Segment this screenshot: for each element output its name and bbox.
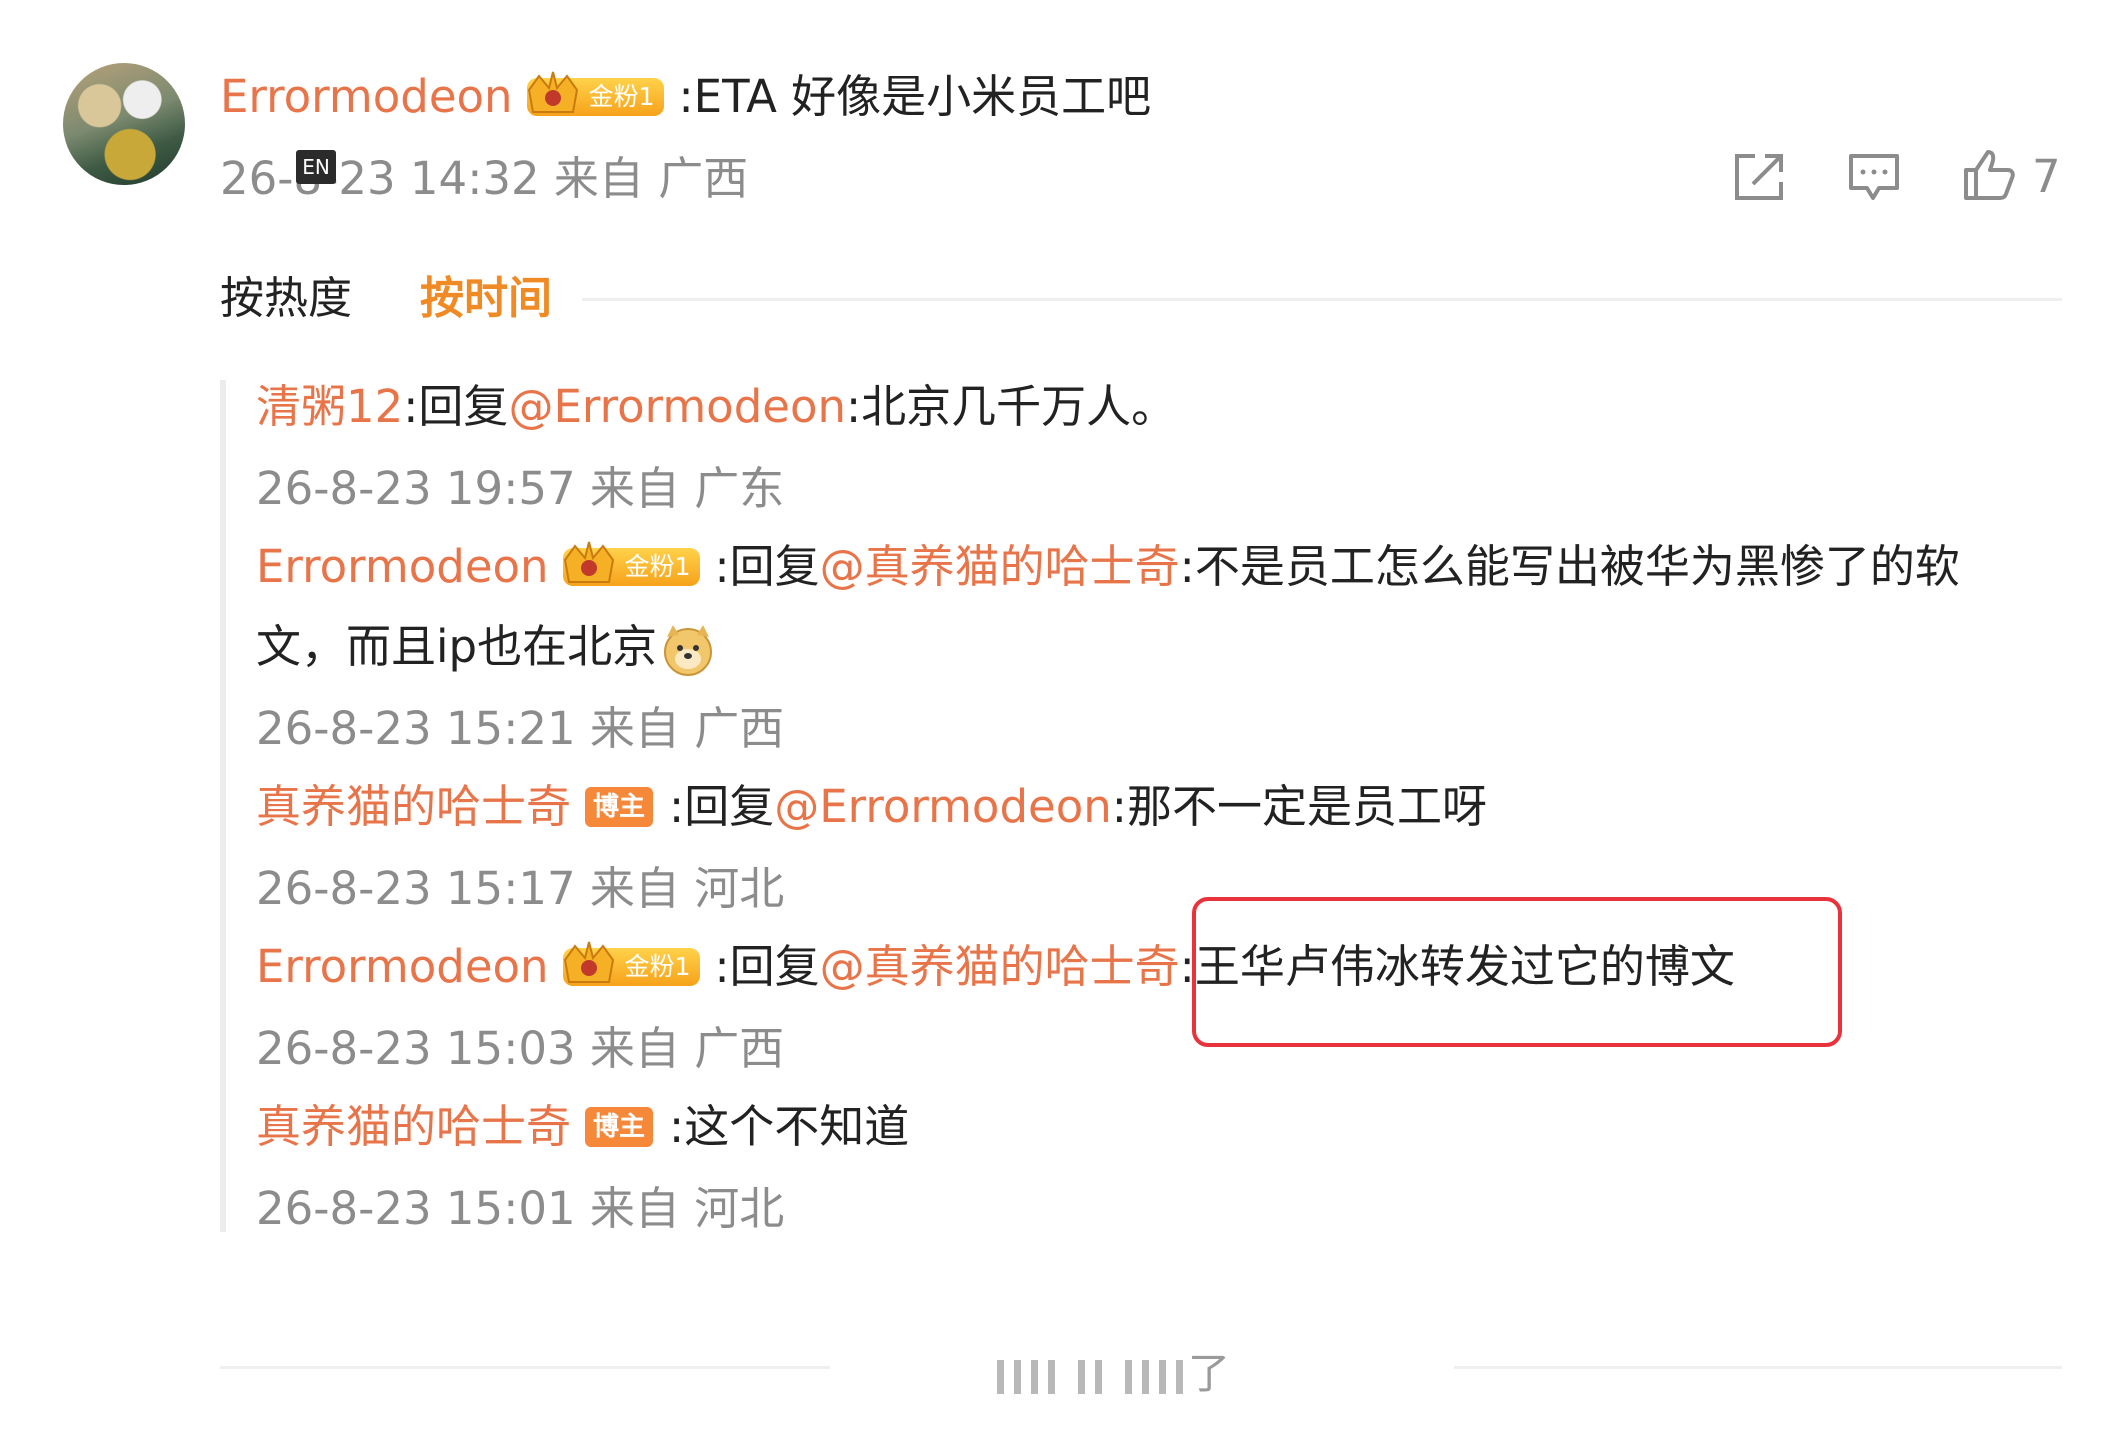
language-tag: EN — [296, 150, 336, 184]
reply-mention[interactable]: @Errormodeon — [508, 380, 846, 433]
comment-header: Errormodeon 金粉1 :ETA 好像是小米员工吧 — [220, 70, 1151, 124]
reply-prefix: :回复 — [669, 780, 775, 833]
reply-prefix: :回复 — [714, 540, 820, 593]
reply-author[interactable]: 清粥12 — [256, 380, 403, 433]
reply-author[interactable]: 真养猫的哈士奇 — [256, 1100, 571, 1153]
tab-divider — [582, 298, 2062, 301]
like-count: 7 — [2032, 150, 2061, 203]
reply-author[interactable]: 真养猫的哈士奇 — [256, 780, 571, 833]
like-icon[interactable] — [1962, 148, 2016, 202]
reply-mention[interactable]: @Errormodeon — [774, 780, 1112, 833]
reply-item: Errormodeon 金粉1 :回复@真养猫的哈士奇:不是员工怎么能写出被华为黑惨… — [256, 540, 1960, 594]
crown-icon — [527, 71, 578, 113]
reply-text-line2: 文，而且ip也在北京 — [256, 620, 658, 673]
share-icon[interactable] — [1733, 152, 1787, 202]
fan-badge-label: 金粉1 — [624, 552, 691, 581]
fan-badge-label: 金粉1 — [588, 82, 655, 111]
fan-badge: 金粉1 — [562, 541, 701, 586]
reply-prefix: :回复 — [403, 380, 509, 433]
reply-time: 26-8-23 15:03 来自 广西 — [256, 1022, 785, 1075]
end-of-list-indicator: 了 — [992, 1340, 1230, 1401]
author-badge: 博主 — [585, 787, 654, 827]
avatar[interactable] — [63, 63, 185, 185]
reply-text: :这个不知道 — [669, 1100, 910, 1153]
reply-time: 26-8-23 15:21 来自 广西 — [256, 702, 785, 755]
doge-emoji-icon — [664, 625, 713, 676]
highlight-box — [1192, 897, 1842, 1047]
crown-icon — [563, 541, 614, 583]
tab-time[interactable]: 按时间 — [420, 272, 552, 326]
footer-divider-right — [1454, 1366, 2062, 1369]
reply-item: 真养猫的哈士奇 博主 :这个不知道 — [256, 1100, 909, 1154]
reply-time: 26-8-23 19:57 来自 广东 — [256, 462, 785, 515]
reply-text: :北京几千万人。 — [846, 380, 1177, 433]
reply-time: 26-8-23 15:01 来自 河北 — [256, 1182, 785, 1235]
reply-time: 26-8-23 15:17 来自 河北 — [256, 862, 785, 915]
end-of-list-text: 了 — [1188, 1349, 1231, 1398]
comment-text: :ETA 好像是小米员工吧 — [678, 70, 1152, 123]
fan-badge-label: 金粉1 — [624, 952, 691, 981]
reply-item: 真养猫的哈士奇 博主 :回复@Errormodeon:那不一定是员工呀 — [256, 780, 1487, 834]
footer-divider-left — [220, 1366, 830, 1369]
author-badge: 博主 — [585, 1107, 654, 1147]
tab-hot[interactable]: 按热度 — [220, 272, 352, 326]
reply-text: :那不一定是员工呀 — [1111, 780, 1487, 833]
crown-icon — [563, 941, 614, 983]
fan-badge: 金粉1 — [562, 941, 701, 986]
reply-text: :不是员工怎么能写出被华为黑惨了的软 — [1179, 540, 1960, 593]
fan-badge: 金粉1 — [526, 71, 665, 116]
reply-author[interactable]: Errormodeon — [256, 940, 549, 993]
reply-text-continued: 文，而且ip也在北京 — [256, 620, 715, 677]
reply-item: 清粥12:回复@Errormodeon:北京几千万人。 — [256, 380, 1176, 434]
reply-mention[interactable]: @真养猫的哈士奇 — [820, 540, 1180, 593]
reply-mention[interactable]: @真养猫的哈士奇 — [820, 940, 1180, 993]
comment-icon[interactable] — [1847, 152, 1901, 204]
reply-author[interactable]: Errormodeon — [256, 540, 549, 593]
reply-prefix: :回复 — [714, 940, 820, 993]
replies-thread-bar — [220, 380, 226, 1232]
comment-author[interactable]: Errormodeon — [220, 70, 513, 123]
